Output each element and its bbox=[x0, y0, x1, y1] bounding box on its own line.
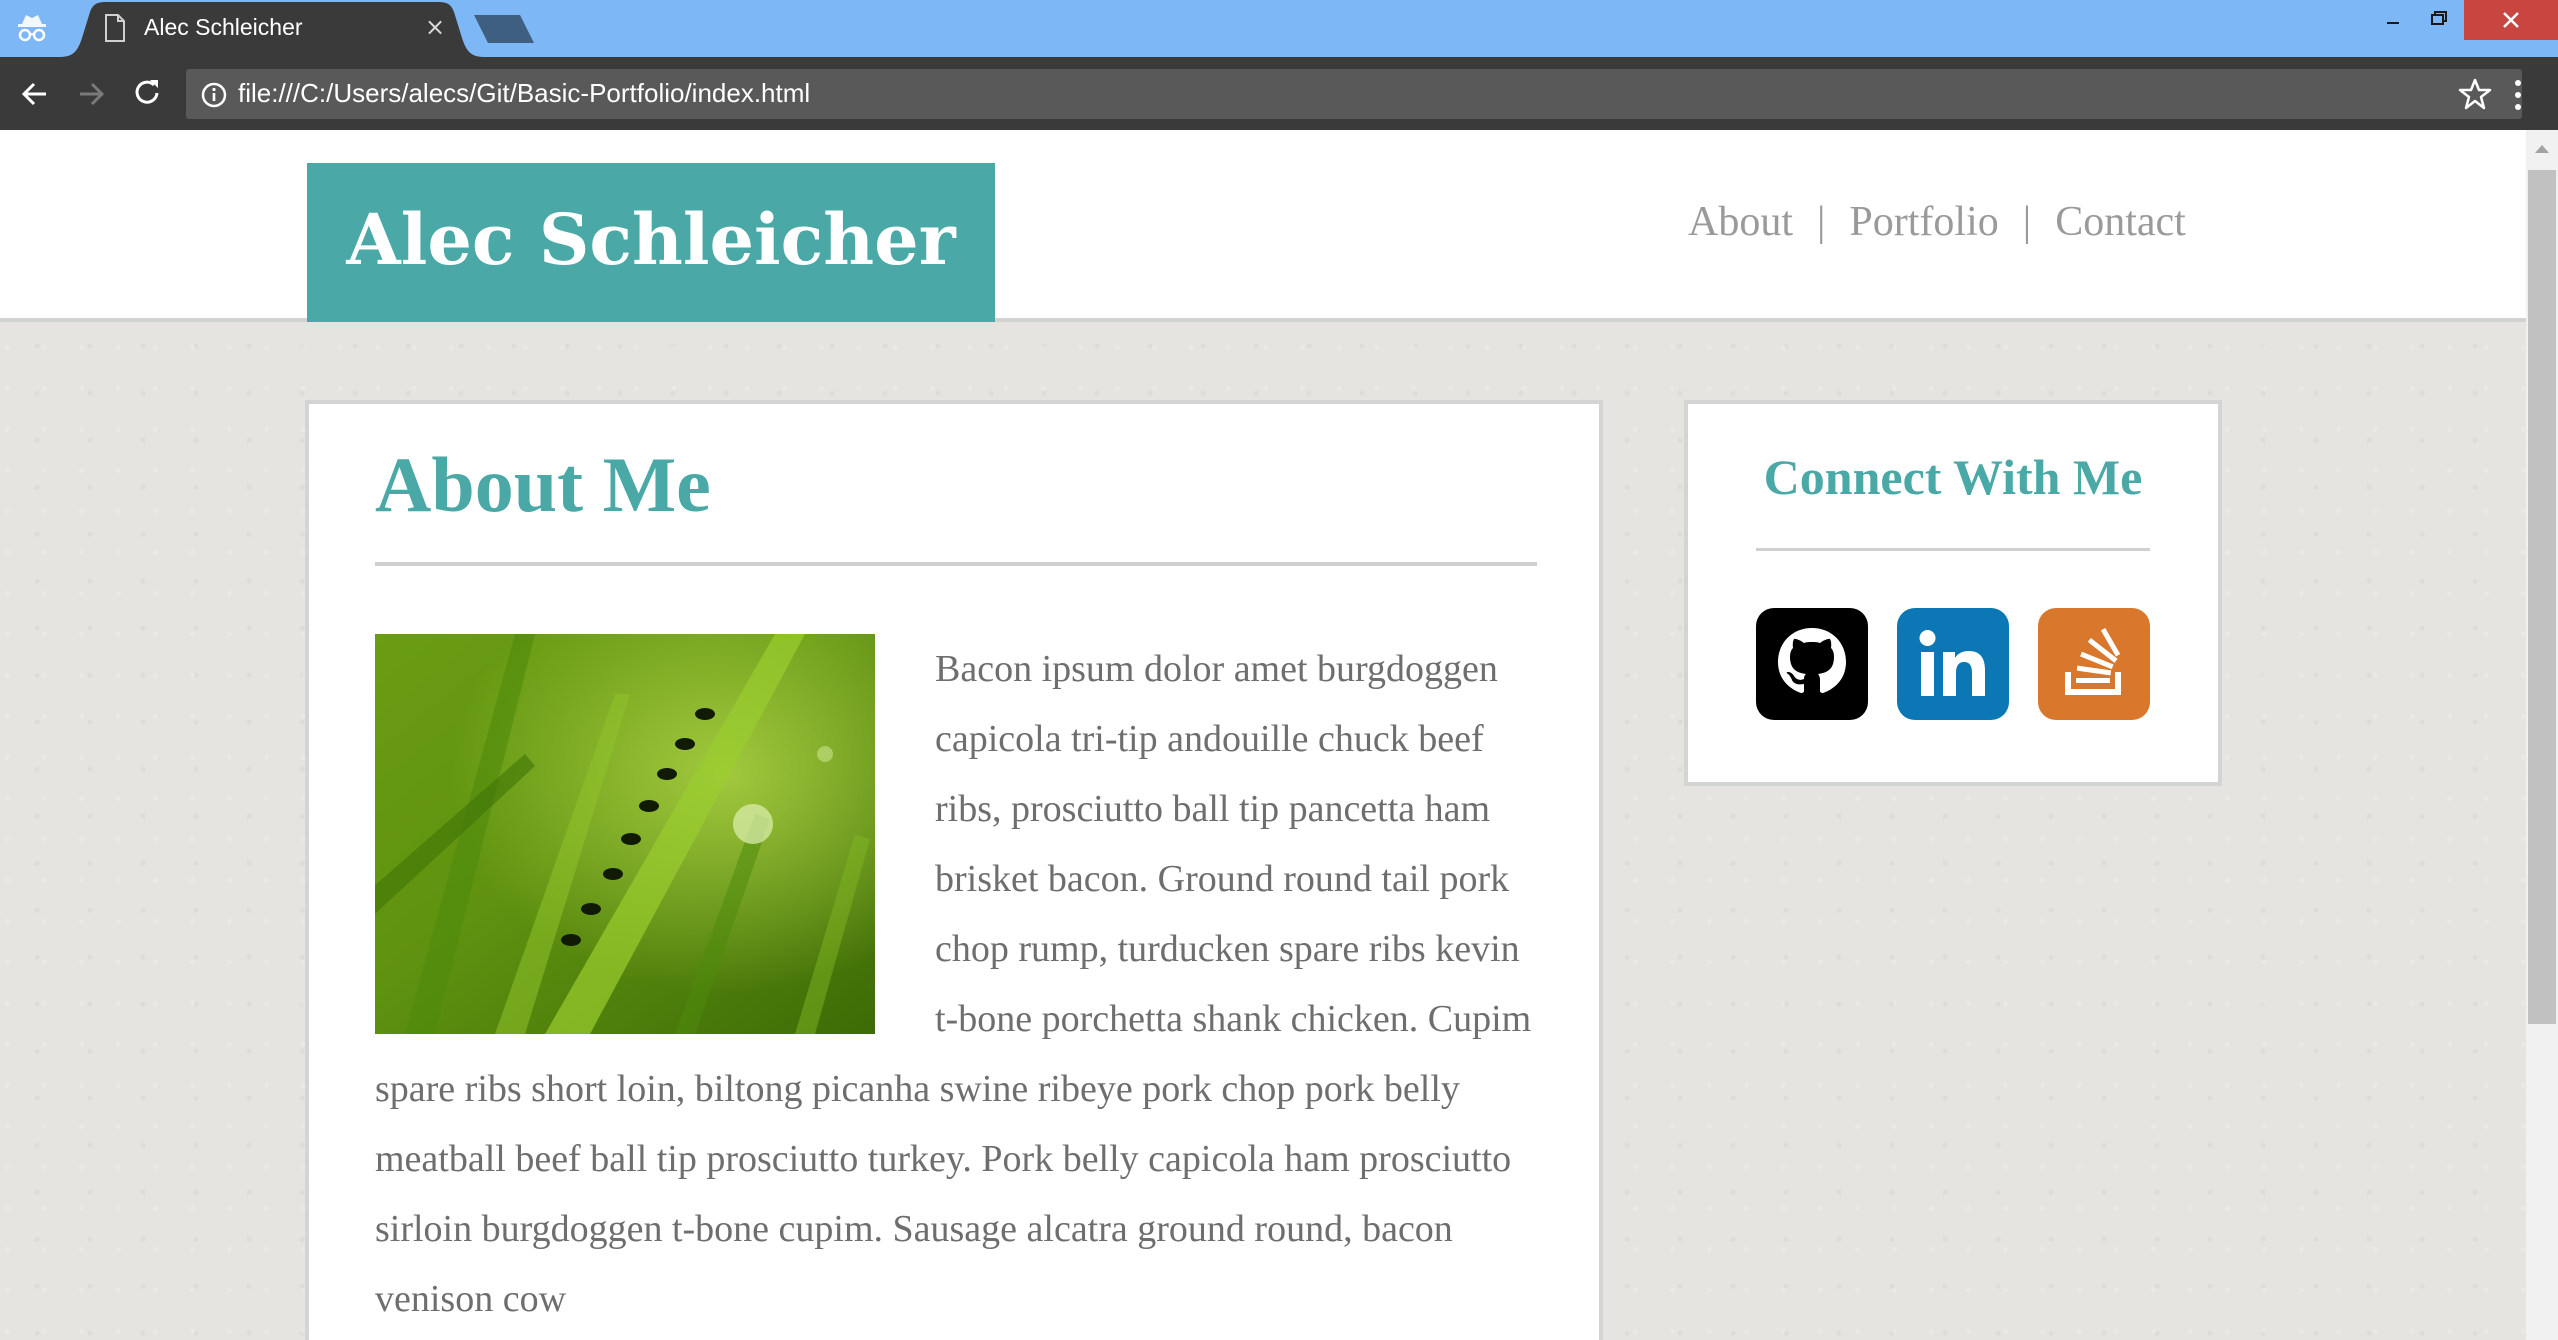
divider bbox=[375, 562, 1537, 566]
tab-title: Alec Schleicher bbox=[144, 14, 303, 40]
browser-toolbar: file:///C:/Users/alecs/Git/Basic-Portfol… bbox=[0, 57, 2558, 130]
site-header: Alec Schleicher About | Portfolio | Contact bbox=[0, 130, 2526, 322]
address-bar[interactable]: file:///C:/Users/alecs/Git/Basic-Portfol… bbox=[186, 69, 2522, 119]
stack-overflow-icon[interactable] bbox=[2038, 608, 2150, 720]
nav-separator: | bbox=[1817, 199, 1826, 245]
about-section: About Me Bacon ipsum dolor amet burgdogg… bbox=[305, 400, 1603, 1340]
browser-menu-icon[interactable] bbox=[2512, 77, 2524, 113]
site-logo[interactable]: Alec Schleicher bbox=[307, 163, 995, 322]
about-heading: About Me bbox=[375, 441, 711, 528]
page-scrollbar[interactable] bbox=[2526, 130, 2558, 1340]
restore-button[interactable] bbox=[2406, 0, 2466, 40]
nav-separator: | bbox=[2022, 199, 2032, 245]
divider bbox=[1756, 548, 2150, 551]
profile-photo-grass-ants bbox=[375, 634, 875, 1034]
browser-titlebar: Alec Schleicher × bbox=[0, 0, 2558, 57]
linkedin-icon[interactable] bbox=[1897, 608, 2009, 720]
incognito-icon bbox=[18, 15, 46, 42]
connect-section: Connect With Me bbox=[1684, 400, 2222, 786]
close-window-button[interactable] bbox=[2464, 0, 2558, 40]
new-tab-button[interactable] bbox=[470, 13, 538, 45]
browser-tab-active[interactable]: Alec Schleicher × bbox=[60, 0, 484, 57]
connect-heading: Connect With Me bbox=[1763, 449, 2143, 505]
nav-link-contact[interactable]: Contact bbox=[2055, 198, 2186, 246]
url-text[interactable]: file:///C:/Users/alecs/Git/Basic-Portfol… bbox=[238, 78, 810, 109]
site-logo-text: Alec Schleicher bbox=[346, 198, 956, 281]
info-icon[interactable] bbox=[200, 81, 228, 109]
main-nav: About | Portfolio | Contact bbox=[1688, 198, 2186, 246]
page-viewport: Alec Schleicher About | Portfolio | Contact … bbox=[0, 130, 2526, 1340]
scroll-up-arrow-icon[interactable] bbox=[2526, 134, 2558, 164]
reload-icon[interactable] bbox=[128, 74, 166, 112]
scrollbar-thumb[interactable] bbox=[2528, 170, 2556, 1024]
tab-close-button[interactable]: × bbox=[420, 10, 450, 44]
nav-link-about[interactable]: About bbox=[1688, 198, 1793, 246]
forward-arrow-icon[interactable] bbox=[72, 75, 110, 113]
github-icon[interactable] bbox=[1756, 608, 1868, 720]
back-arrow-icon[interactable] bbox=[16, 75, 54, 113]
nav-link-portfolio[interactable]: Portfolio bbox=[1849, 198, 1998, 246]
bookmark-star-icon[interactable] bbox=[2458, 77, 2492, 111]
document-icon bbox=[105, 14, 125, 42]
